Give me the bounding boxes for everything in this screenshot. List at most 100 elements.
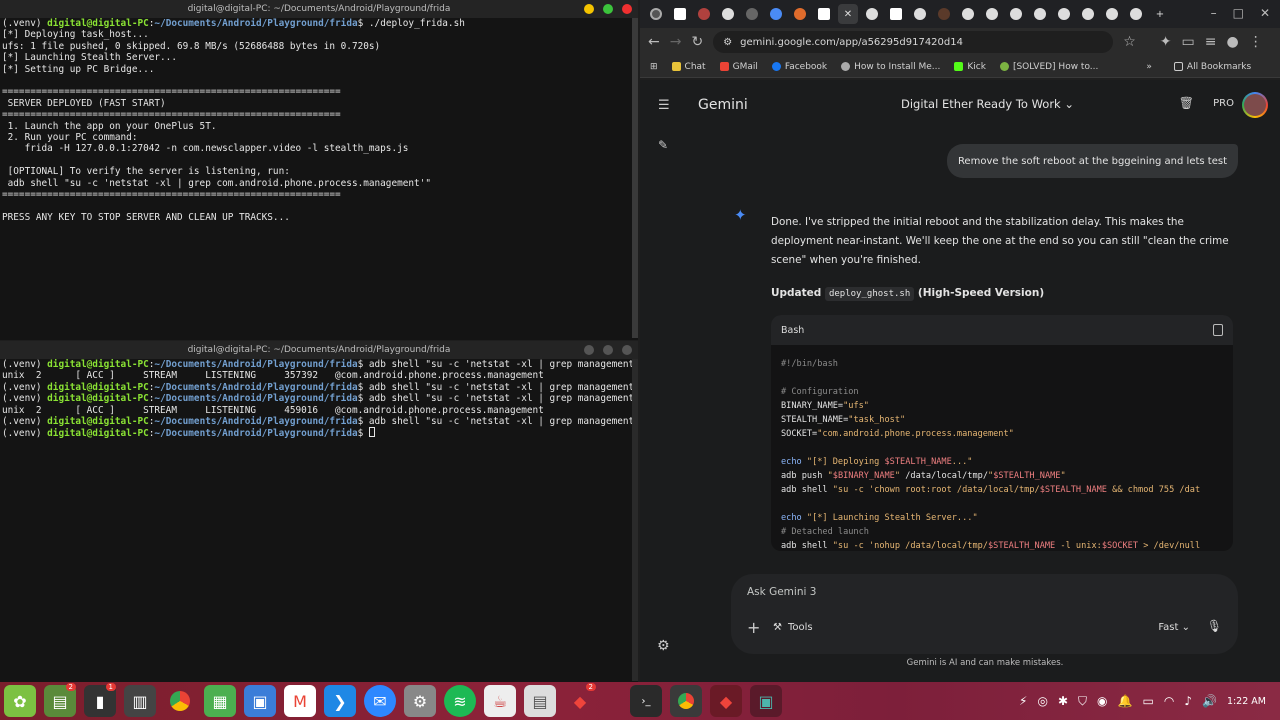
window-minimize-icon[interactable]: – xyxy=(1211,6,1217,20)
tab-icon[interactable] xyxy=(934,4,954,24)
close-button[interactable] xyxy=(622,345,632,355)
terminal-bottom-titlebar[interactable]: digital@digital-PC: ~/Documents/Android/… xyxy=(0,341,638,359)
terminal-icon[interactable]: ▮ 1 xyxy=(84,683,116,717)
shield-icon[interactable]: ⛉ xyxy=(1078,694,1087,709)
media-icon[interactable]: ≡ xyxy=(1205,34,1217,50)
vscode-icon[interactable]: ❯ xyxy=(324,685,356,717)
bookmark-star-icon[interactable]: ☆ xyxy=(1123,34,1136,50)
gemini-brand[interactable]: Gemini xyxy=(698,97,748,113)
bookmark-howto[interactable]: How to Install Me... xyxy=(841,62,940,72)
avatar[interactable] xyxy=(1242,92,1268,118)
copy-icon[interactable] xyxy=(1213,324,1223,336)
all-bookmarks[interactable]: All Bookmarks xyxy=(1173,62,1251,72)
maximize-button[interactable] xyxy=(603,345,613,355)
prompt-input[interactable]: Ask Gemini 3 xyxy=(747,586,816,598)
java-icon[interactable]: ☕ xyxy=(484,685,516,717)
clock[interactable]: 1:22 AM xyxy=(1227,696,1266,707)
tab-icon[interactable] xyxy=(958,4,978,24)
app-icon[interactable]: ▣ xyxy=(244,685,276,717)
extensions-icon[interactable]: ✦ xyxy=(1160,34,1172,50)
maximize-button[interactable] xyxy=(603,4,613,14)
window-close-icon[interactable]: ✕ xyxy=(1260,6,1270,20)
terminal-top-scrollbar[interactable] xyxy=(632,18,638,338)
bookmark-gmail[interactable]: GMail xyxy=(719,62,758,72)
app-window-icon[interactable]: ▣ xyxy=(750,685,782,717)
tab-icon[interactable] xyxy=(1102,4,1122,24)
terminal-bottom-scrollbar[interactable] xyxy=(632,359,638,681)
terminal-top[interactable]: digital@digital-PC: ~/Documents/Android/… xyxy=(0,0,638,340)
tab-close-icon[interactable]: ✕ xyxy=(838,4,858,24)
anydesk-icon[interactable]: ◆ 2 xyxy=(564,683,596,717)
bookmark-kick[interactable]: Kick xyxy=(954,62,986,72)
bluetooth-icon[interactable]: ✱ xyxy=(1058,694,1068,708)
github-icon[interactable] xyxy=(1054,4,1074,24)
terminal-bottom[interactable]: digital@digital-PC: ~/Documents/Android/… xyxy=(0,341,638,682)
back-icon[interactable]: ← xyxy=(648,34,660,50)
chrome-window-icon[interactable] xyxy=(670,685,702,717)
gmail-icon[interactable]: M xyxy=(284,685,316,717)
forward-icon[interactable]: → xyxy=(670,34,682,50)
tab-icon[interactable] xyxy=(670,4,690,24)
spotify-icon[interactable]: ≋ xyxy=(444,685,476,717)
minimize-button[interactable] xyxy=(584,4,594,14)
new-tab-icon[interactable]: + xyxy=(1150,4,1170,24)
mode-dropdown[interactable]: Fast ⌄ xyxy=(1158,622,1190,633)
github-icon[interactable] xyxy=(1006,4,1026,24)
tab-icon[interactable] xyxy=(790,4,810,24)
github-icon[interactable] xyxy=(718,4,738,24)
messenger-icon[interactable]: ✉ xyxy=(364,685,396,717)
site-info-icon[interactable]: ⚙ xyxy=(723,37,732,48)
github-icon[interactable] xyxy=(1078,4,1098,24)
menu-icon[interactable]: ⋮ xyxy=(1249,34,1263,50)
tab-icon[interactable] xyxy=(1030,4,1050,24)
notification-icon[interactable]: 🔔 xyxy=(1118,694,1133,708)
prompt-input-box[interactable]: Ask Gemini 3 + ⚒ Tools Fast ⌄ 🎙 xyxy=(731,574,1238,654)
minimize-button[interactable] xyxy=(584,345,594,355)
terminal-top-titlebar[interactable]: digital@digital-PC: ~/Documents/Android/… xyxy=(0,0,638,18)
system-monitor-icon[interactable]: ▥ xyxy=(124,685,156,717)
file-manager-icon[interactable]: ▤ 2 xyxy=(44,683,76,717)
hamburger-menu-icon[interactable]: ☰ xyxy=(658,98,670,113)
reload-icon[interactable]: ↻ xyxy=(691,34,703,50)
spreadsheet-icon[interactable]: ▦ xyxy=(204,685,236,717)
text-editor-icon[interactable]: ▤ xyxy=(524,685,556,717)
settings-icon[interactable]: ⚙ xyxy=(657,638,670,654)
delete-icon[interactable]: 🗑 xyxy=(1179,96,1194,110)
tray-app-icon[interactable]: ⚡ xyxy=(1019,694,1027,708)
add-icon[interactable]: + xyxy=(747,618,760,637)
tools-app-icon[interactable]: ⚙ xyxy=(404,685,436,717)
bookmark-solved[interactable]: [SOLVED] How to... xyxy=(999,62,1098,72)
tab-icon[interactable] xyxy=(886,4,906,24)
microphone-icon[interactable]: 🎙 xyxy=(1207,619,1222,633)
display-icon[interactable]: ▭ xyxy=(1142,694,1153,708)
tab-icon[interactable] xyxy=(694,4,714,24)
more-bookmarks-icon[interactable]: » xyxy=(1146,62,1152,72)
anydesk-window-icon[interactable]: ◆ xyxy=(710,685,742,717)
chat-title-dropdown[interactable]: Digital Ether Ready To Work ⌄ xyxy=(901,97,1074,111)
tab-icon[interactable] xyxy=(766,4,786,24)
tab-icon[interactable] xyxy=(1126,4,1146,24)
start-menu-icon[interactable]: ✿ xyxy=(4,685,36,717)
tray-app-icon[interactable]: ◉ xyxy=(1097,694,1107,708)
volume-icon[interactable]: 🔊 xyxy=(1202,694,1217,708)
github-icon[interactable] xyxy=(862,4,882,24)
address-bar[interactable]: ⚙ gemini.google.com/app/a56295d917420d14 xyxy=(713,31,1114,53)
code-block[interactable]: Bash #!/bin/bash # Configuration BINARY_N… xyxy=(771,315,1233,551)
new-chat-icon[interactable]: ✎ xyxy=(658,138,668,152)
tray-app-icon[interactable]: ◎ xyxy=(1037,694,1047,708)
bookmark-facebook[interactable]: Facebook xyxy=(771,62,827,72)
apps-icon[interactable]: ⊞ xyxy=(650,62,658,72)
bookmark-chat[interactable]: Chat xyxy=(671,62,706,72)
tab-icon[interactable] xyxy=(646,4,666,24)
tools-button[interactable]: ⚒ Tools xyxy=(773,622,813,633)
wifi-icon[interactable]: ◠ xyxy=(1164,694,1174,708)
cast-icon[interactable]: ▭ xyxy=(1182,34,1195,50)
profile-icon[interactable]: ● xyxy=(1226,34,1238,50)
close-button[interactable] xyxy=(622,4,632,14)
tab-icon[interactable] xyxy=(982,4,1002,24)
tab-icon[interactable] xyxy=(742,4,762,24)
chrome-icon[interactable] xyxy=(164,685,196,717)
audio-icon[interactable]: ♪ xyxy=(1184,694,1192,708)
tab-icon[interactable] xyxy=(814,4,834,24)
terminal-window-icon[interactable]: ›_ xyxy=(630,685,662,717)
